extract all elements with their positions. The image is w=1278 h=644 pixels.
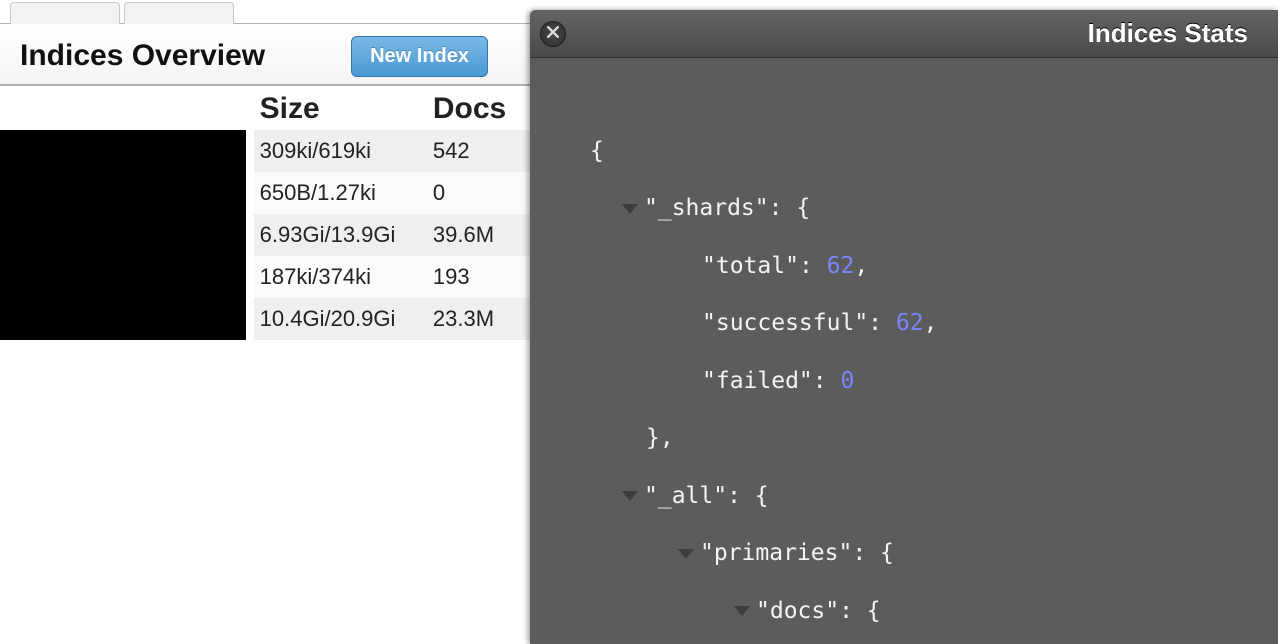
chevron-down-icon[interactable] — [678, 549, 694, 559]
new-index-button[interactable]: New Index — [351, 36, 488, 77]
col-size: Size — [254, 86, 427, 130]
tab-strip — [0, 0, 530, 24]
cell-docs: 193 — [427, 256, 530, 298]
chevron-down-icon[interactable] — [734, 606, 750, 616]
chevron-down-icon[interactable] — [622, 204, 638, 214]
table-row[interactable]: 309ki/619ki 542 — [0, 130, 530, 172]
page-title: Indices Overview — [20, 39, 265, 73]
redacted-names — [0, 130, 246, 340]
tab[interactable] — [124, 2, 234, 24]
cell-docs: 23.3M — [427, 298, 530, 340]
col-docs: Docs — [427, 86, 530, 130]
cell-docs: 39.6M — [427, 214, 530, 256]
cell-size: 10.4Gi/20.9Gi — [254, 298, 427, 340]
stats-modal: Indices Stats { "_shards": { "total": 62… — [530, 10, 1278, 644]
tab[interactable] — [10, 2, 120, 24]
close-button[interactable] — [540, 21, 566, 47]
cell-size: 650B/1.27ki — [254, 172, 427, 214]
cell-size: 309ki/619ki — [254, 130, 427, 172]
left-pane: Indices Overview New Index Size Docs 309… — [0, 0, 530, 340]
json-viewer[interactable]: { "_shards": { "total": 62, "successful"… — [530, 58, 1278, 644]
col-name — [0, 86, 254, 130]
indices-table: Size Docs 309ki/619ki 542 650B/1.27ki 0 … — [0, 86, 530, 340]
cell-size: 187ki/374ki — [254, 256, 427, 298]
overview-header: Indices Overview New Index — [0, 24, 530, 86]
modal-title: Indices Stats — [1088, 18, 1248, 49]
cell-docs: 542 — [427, 130, 530, 172]
cell-docs: 0 — [427, 172, 530, 214]
chevron-down-icon[interactable] — [622, 491, 638, 501]
cell-size: 6.93Gi/13.9Gi — [254, 214, 427, 256]
modal-titlebar: Indices Stats — [530, 10, 1278, 58]
close-icon — [547, 25, 559, 43]
